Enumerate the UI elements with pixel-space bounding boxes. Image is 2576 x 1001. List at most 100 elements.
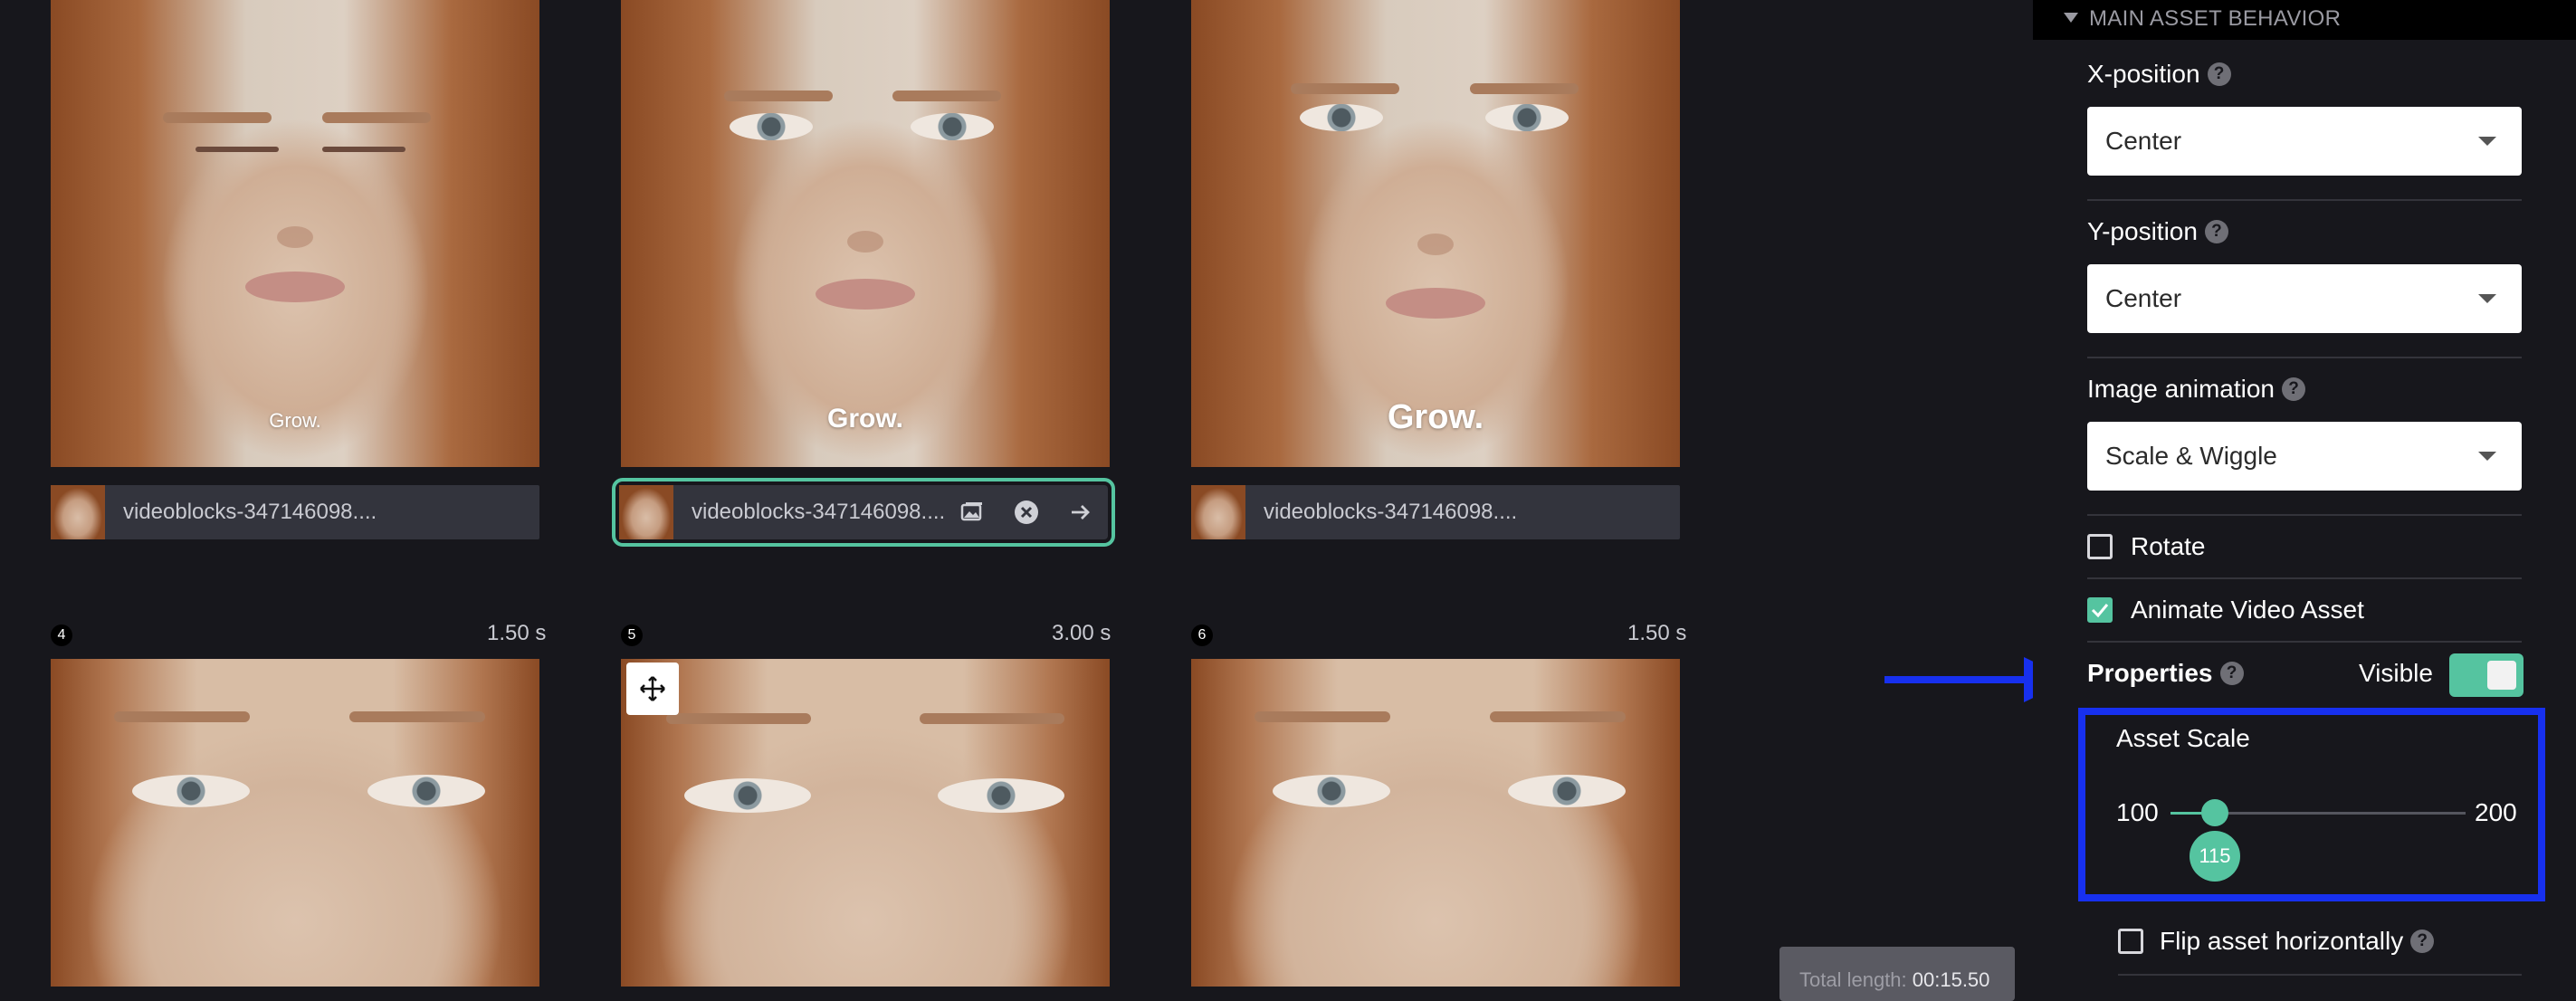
animate-video-label: Animate Video Asset	[2131, 596, 2364, 624]
rotate-label: Rotate	[2131, 532, 2206, 560]
toggle-knob	[2487, 661, 2516, 690]
close-circle-icon[interactable]	[1014, 500, 1039, 525]
tile-duration: 1.50 s	[487, 621, 547, 645]
section-header[interactable]: MAIN ASSET BEHAVIOR	[2033, 0, 2576, 40]
face-eye	[1300, 104, 1383, 131]
face-brow	[163, 112, 272, 123]
move-icon[interactable]	[626, 663, 679, 715]
x-position-label-text: X-position	[2087, 60, 2200, 88]
face-eye-closed	[322, 147, 405, 152]
flip-horizontal-checkbox[interactable]	[2118, 929, 2143, 954]
flip-horizontal-label: Flip asset horizontally ?	[2160, 927, 2435, 956]
face-brow	[1255, 711, 1390, 722]
divider	[2087, 357, 2522, 358]
divider	[2087, 577, 2522, 579]
tile-5-preview[interactable]	[621, 659, 1110, 987]
properties-label: Properties ?	[2087, 659, 2244, 688]
face-nose	[847, 231, 883, 253]
visible-label: Visible	[2359, 659, 2433, 687]
face-eye-closed	[196, 147, 279, 152]
divider	[2118, 974, 2522, 976]
image-animation-select[interactable]: Scale & Wiggle	[2087, 422, 2522, 491]
tile-duration: 3.00 s	[1052, 621, 1111, 645]
face-brow	[114, 711, 250, 722]
x-position-label: X-position ?	[2087, 60, 2231, 89]
tile-number-badge: 6	[1191, 624, 1213, 646]
face-eye	[684, 778, 811, 813]
help-icon[interactable]: ?	[2207, 62, 2231, 86]
total-length-value: 00:15.50	[1912, 968, 1990, 991]
face-brow	[666, 713, 811, 724]
section-title: MAIN ASSET BEHAVIOR	[2089, 6, 2342, 31]
image-animation-label: Image animation ?	[2087, 375, 2306, 404]
face-brow	[724, 91, 833, 101]
image-animation-label-text: Image animation	[2087, 375, 2275, 403]
face-brow	[1470, 83, 1579, 94]
help-icon[interactable]: ?	[2204, 220, 2228, 243]
y-position-select[interactable]: Center	[2087, 264, 2522, 333]
x-position-value: Center	[2105, 127, 2182, 155]
help-icon[interactable]: ?	[2410, 930, 2435, 953]
divider	[2087, 199, 2522, 201]
chevron-down-icon[interactable]	[2064, 13, 2078, 23]
face-eye	[367, 775, 485, 807]
tile-overlay-text: Grow.	[1387, 398, 1484, 436]
help-icon[interactable]: ?	[2219, 662, 2244, 685]
face-brow	[322, 112, 431, 123]
face-eye	[911, 113, 994, 140]
file-thumbnail	[1191, 485, 1245, 539]
tile-4-preview[interactable]	[51, 659, 539, 987]
file-name: videoblocks-347146098....	[692, 500, 946, 524]
arrow-right-icon[interactable]	[1068, 500, 1093, 525]
tile-3-file-bar[interactable]: videoblocks-347146098....	[1191, 485, 1680, 539]
divider	[2087, 514, 2522, 516]
face-lips	[245, 272, 345, 302]
face-nose	[1417, 234, 1454, 255]
face-brow	[892, 91, 1001, 101]
face-brow	[349, 711, 485, 722]
face-brow	[920, 713, 1064, 724]
file-thumbnail	[51, 485, 105, 539]
face-eye	[132, 775, 250, 807]
image-animation-value: Scale & Wiggle	[2105, 442, 2277, 470]
check-icon	[2091, 604, 2109, 618]
chevron-down-icon	[2478, 137, 2496, 146]
y-position-label: Y-position ?	[2087, 217, 2228, 246]
animate-video-checkbox[interactable]	[2087, 597, 2113, 623]
face-lips	[816, 279, 915, 310]
tile-2-preview[interactable]: Grow.	[621, 0, 1110, 467]
tile-1-file-bar[interactable]: videoblocks-347146098....	[51, 485, 539, 539]
chevron-down-icon	[2478, 452, 2496, 461]
divider	[2087, 641, 2522, 643]
file-thumbnail	[619, 485, 673, 539]
visible-toggle[interactable]	[2449, 653, 2524, 697]
tile-overlay-text: Grow.	[269, 409, 321, 432]
y-position-value: Center	[2105, 284, 2182, 312]
file-name: videoblocks-347146098....	[123, 500, 377, 524]
annotation-arrow-shaft	[1884, 676, 2027, 683]
chevron-down-icon	[2478, 294, 2496, 303]
face-eye	[1273, 775, 1390, 807]
x-position-select[interactable]: Center	[2087, 107, 2522, 176]
properties-label-text: Properties	[2087, 659, 2213, 687]
face-brow	[1490, 711, 1626, 722]
face-eye	[1508, 775, 1626, 807]
face-nose	[277, 226, 313, 248]
rotate-checkbox[interactable]	[2087, 534, 2113, 559]
face-eye	[730, 113, 813, 140]
image-icon[interactable]	[959, 500, 985, 525]
tile-6-preview[interactable]	[1191, 659, 1680, 987]
tile-overlay-text: Grow.	[827, 404, 903, 434]
face-lips	[1386, 288, 1485, 319]
flip-horizontal-label-text: Flip asset horizontally	[2160, 927, 2404, 955]
face-eye	[1485, 104, 1569, 131]
tile-1-preview[interactable]: Grow.	[51, 0, 539, 467]
file-name: videoblocks-347146098....	[1264, 500, 1518, 524]
tile-number-badge: 4	[51, 624, 72, 646]
tile-3-preview[interactable]: Grow.	[1191, 0, 1680, 467]
y-position-label-text: Y-position	[2087, 217, 2198, 245]
annotation-highlight-box	[2078, 708, 2545, 901]
help-icon[interactable]: ?	[2282, 377, 2306, 401]
tile-2-file-bar[interactable]: videoblocks-347146098....	[612, 478, 1115, 547]
face-eye	[938, 778, 1064, 813]
